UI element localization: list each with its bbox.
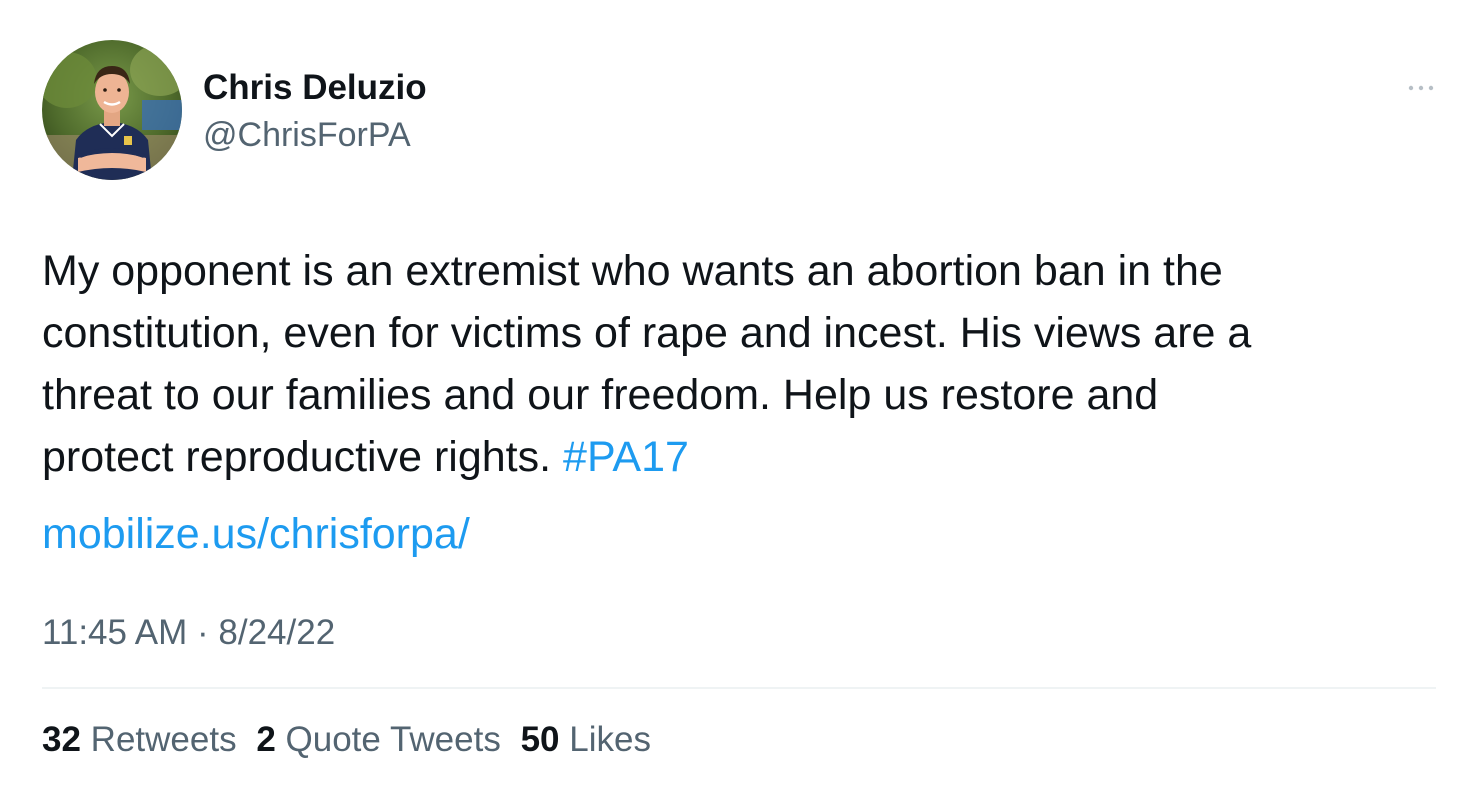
quote-tweets-count: 2 [256,720,276,759]
tweet-card: Chris Deluzio @ChrisForPA My opponent is… [0,0,1482,788]
ellipsis-icon[interactable] [1406,76,1436,96]
author-handle[interactable]: @ChrisForPA [203,113,411,157]
retweets-stat[interactable]: 32 Retweets [42,720,237,759]
tweet-time[interactable]: 11:45 AM [42,613,187,652]
engagement-stats: 32 Retweets 2 Quote Tweets 50 Likes [42,716,661,764]
tweet-text-line: constitution, even for victims of rape a… [42,309,1252,357]
likes-stat[interactable]: 50 Likes [521,720,651,759]
external-link[interactable]: mobilize.us/chrisforpa/ [42,503,470,565]
author-display-name[interactable]: Chris Deluzio [203,66,427,110]
likes-label: Likes [569,720,651,759]
likes-count: 50 [520,720,560,759]
profile-photo-icon [42,40,182,180]
quote-tweets-label: Quote Tweets [285,720,501,759]
timestamp-separator: · [187,613,219,652]
retweets-label: Retweets [90,720,237,759]
divider [42,687,1436,689]
tweet-text-line: protect reproductive rights. #PA17 [42,426,1442,488]
retweets-count: 32 [42,720,81,759]
tweet-text-line: threat to our families and our freedom. … [42,371,1159,419]
author-avatar[interactable] [42,40,182,180]
hashtag-link[interactable]: #PA17 [563,433,689,481]
tweet-timestamp: 11:45 AM · 8/24/22 [42,610,335,656]
quote-tweets-stat[interactable]: 2 Quote Tweets [256,720,501,759]
tweet-text-segment: protect reproductive rights. [42,433,564,481]
tweet-date[interactable]: 8/24/22 [218,613,335,652]
tweet-text-line: My opponent is an extremist who wants an… [42,247,1223,295]
tweet-text: My opponent is an extremist who wants an… [42,240,1442,488]
